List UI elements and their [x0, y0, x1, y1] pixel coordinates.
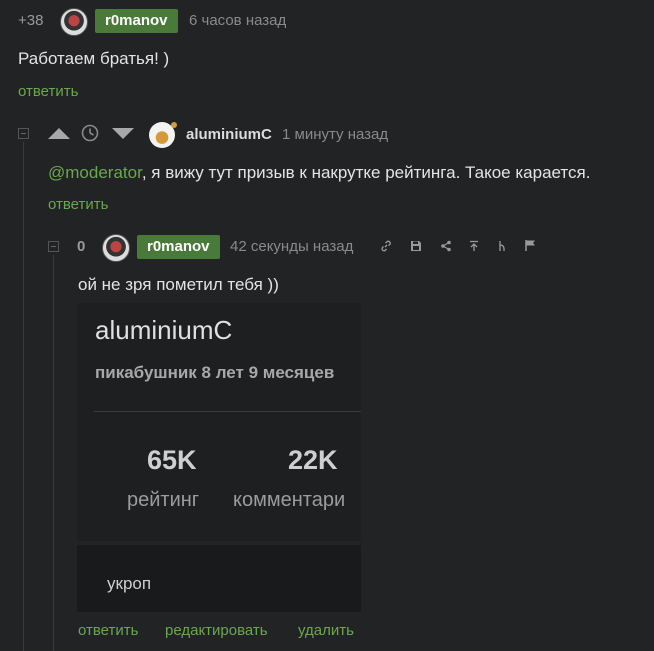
comment-text-body: , я вижу тут призыв к накрутке рейтинга.… [141, 163, 591, 182]
share-icon[interactable] [440, 240, 452, 252]
comment-time[interactable]: 42 секунды назад [230, 238, 353, 255]
avatar[interactable] [60, 8, 88, 36]
profile-divider [94, 411, 361, 412]
edit-link[interactable]: редактировать [165, 622, 268, 639]
reply-link[interactable]: ответить [18, 83, 78, 100]
comments-stat-value: 22K [288, 445, 338, 475]
comment-rating: +38 [18, 12, 44, 29]
rating-stat-label: рейтинг [127, 489, 200, 511]
online-indicator [171, 122, 177, 128]
comment-text: @moderator, я вижу тут призыв к накрутке… [48, 163, 590, 183]
comment-text: ой не зря пометил тебя )) [78, 275, 279, 294]
profile-note-box: укроп [77, 545, 361, 612]
comment-text: Работаем братья! ) [18, 49, 170, 68]
thread-line[interactable] [53, 255, 54, 651]
save-icon[interactable] [410, 240, 422, 252]
link-icon[interactable] [380, 240, 392, 252]
rating-stat-value: 65K [147, 445, 197, 475]
username-badge[interactable]: r0manov [137, 235, 220, 259]
branch-icon[interactable] [496, 240, 508, 252]
comments-stat-label: комментари [233, 489, 346, 511]
username[interactable]: aluminiumC [186, 126, 272, 143]
comment-rating: 0 [77, 238, 86, 255]
delete-link[interactable]: удалить [298, 622, 354, 639]
flag-icon[interactable] [524, 239, 537, 252]
comment-time[interactable]: 1 минуту назад [282, 126, 388, 143]
clock-icon [81, 124, 99, 142]
username-badge[interactable]: r0manov [95, 9, 178, 33]
collapse-icon[interactable] [48, 241, 59, 252]
jump-up-icon[interactable] [468, 240, 480, 252]
avatar[interactable] [102, 234, 130, 262]
profile-note: укроп [107, 574, 152, 593]
mention-link[interactable]: @moderator [48, 163, 142, 182]
reply-link[interactable]: ответить [78, 622, 138, 639]
profile-subtitle: пикабушник 8 лет 9 месяцев [95, 363, 335, 382]
profile-name: aluminiumC [95, 315, 233, 345]
profile-card-image: aluminiumC пикабушник 8 лет 9 месяцев 65… [77, 303, 361, 541]
collapse-icon[interactable] [18, 128, 29, 139]
upvote-icon[interactable] [47, 125, 71, 141]
comment-time[interactable]: 6 часов назад [189, 12, 286, 29]
downvote-icon[interactable] [111, 126, 135, 142]
thread-line[interactable] [23, 142, 24, 651]
reply-link[interactable]: ответить [48, 196, 108, 213]
